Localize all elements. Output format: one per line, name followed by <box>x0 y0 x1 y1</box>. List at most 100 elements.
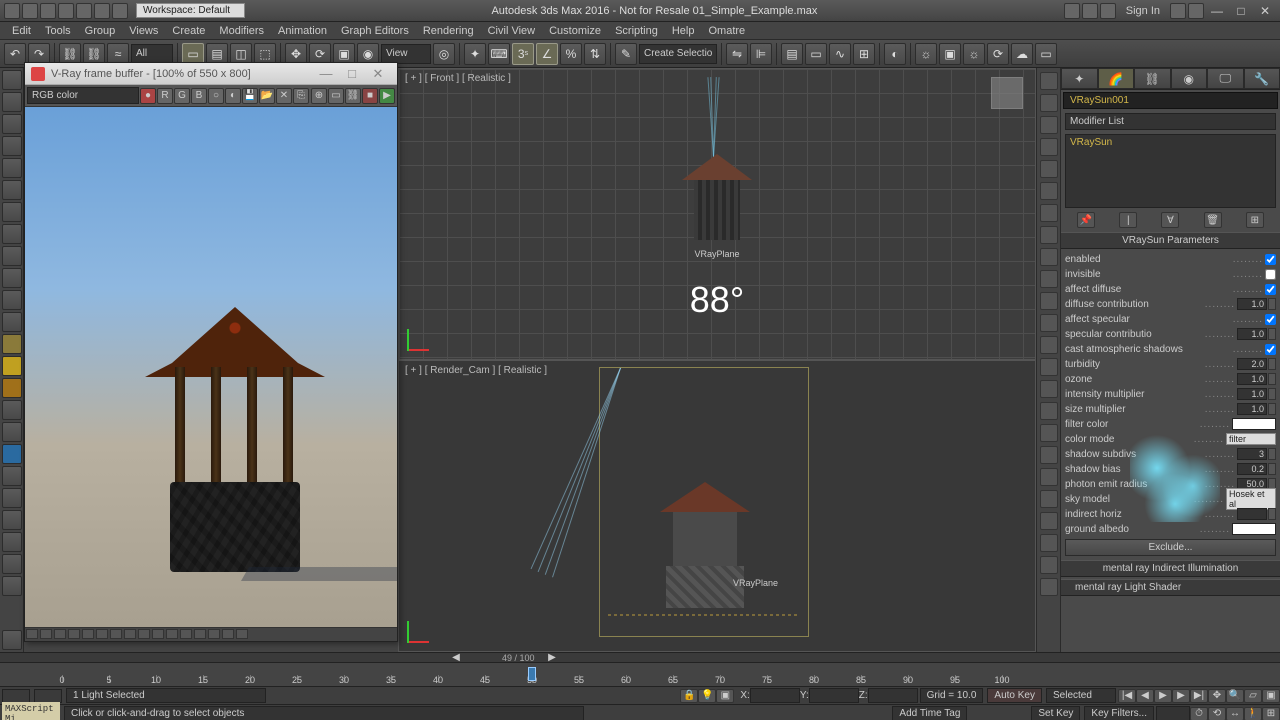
vfb-track-mouse-button[interactable]: ⊕ <box>311 88 327 104</box>
param-checkbox[interactable] <box>1265 284 1276 295</box>
rollout-mr-indirect[interactable]: mental ray Indirect Illumination <box>1061 560 1280 577</box>
lt-light3-icon[interactable] <box>2 378 22 398</box>
viewport-camera[interactable]: [ + ] [ Render_Cam ] [ Realistic ] VRayP… <box>398 360 1036 652</box>
infocenter-icon[interactable] <box>1064 3 1080 19</box>
tab-utilities[interactable]: 🔧 <box>1244 68 1280 89</box>
spinner-snap-button[interactable]: ⇅ <box>584 43 606 65</box>
nav-fov-button[interactable]: ▱ <box>1244 689 1262 703</box>
isolate-selection-icon[interactable]: 💡 <box>698 689 716 703</box>
param-checkbox[interactable] <box>1265 314 1276 325</box>
param-spinner[interactable] <box>1237 358 1267 370</box>
angle-snap-button[interactable]: ∠ <box>536 43 558 65</box>
param-combo[interactable]: filter <box>1226 433 1276 445</box>
show-end-button[interactable]: | <box>1119 212 1137 228</box>
undo-icon[interactable] <box>76 3 92 19</box>
color-swatch[interactable] <box>1232 523 1276 535</box>
lt-display-icon[interactable] <box>2 158 22 178</box>
ref-coord-dropdown[interactable] <box>381 44 431 64</box>
vfb-alpha-button[interactable]: ○ <box>208 88 224 104</box>
lt-light2-icon[interactable] <box>2 356 22 376</box>
lt-box-icon[interactable] <box>2 246 22 266</box>
lt-freeze-icon[interactable] <box>2 224 22 244</box>
vfb-mono-button[interactable]: ◐ <box>225 88 241 104</box>
ax-btn-5[interactable] <box>1040 160 1058 178</box>
prev-frame-button[interactable]: ◀ <box>1136 689 1154 703</box>
vfb-minimize-button[interactable]: ― <box>313 66 339 81</box>
snap-toggle-button[interactable]: 3s <box>512 43 534 65</box>
spinner-arrows-icon[interactable] <box>1268 373 1276 385</box>
param-spinner[interactable] <box>1237 448 1267 460</box>
lt-helper-icon[interactable] <box>2 422 22 442</box>
pin-stack-button[interactable]: 📌 <box>1077 212 1095 228</box>
lt-sphere-icon[interactable] <box>2 290 22 310</box>
toggle-ribbon-button[interactable]: ▭ <box>805 43 827 65</box>
open-a360-button[interactable]: ▭ <box>1035 43 1057 65</box>
tab-create[interactable]: ✦ <box>1061 68 1098 89</box>
object-name-field[interactable]: VRaySun001 <box>1063 92 1278 109</box>
lt-selection-icon[interactable] <box>2 136 22 156</box>
ax-btn-4[interactable] <box>1040 138 1058 156</box>
menu-modifiers[interactable]: Modifiers <box>213 23 270 39</box>
app-menu-icon[interactable] <box>4 3 20 19</box>
exchange-icon[interactable] <box>1170 3 1186 19</box>
lt-spacewarp-icon[interactable] <box>2 444 22 464</box>
ax-btn-11[interactable] <box>1040 292 1058 310</box>
stack-item[interactable]: VRaySun <box>1070 137 1271 148</box>
viewport-camera-label[interactable]: [ + ] [ Render_Cam ] [ Realistic ] <box>405 365 547 376</box>
vfb-copy-button[interactable]: ⎘ <box>293 88 309 104</box>
nav-zoomall-button[interactable]: ▣ <box>1262 689 1280 703</box>
lt-misc2-icon[interactable] <box>2 532 22 552</box>
save-icon[interactable] <box>58 3 74 19</box>
lt-light1-icon[interactable] <box>2 334 22 354</box>
edit-named-sel-button[interactable]: ✎ <box>615 43 637 65</box>
communication-icon[interactable] <box>1082 3 1098 19</box>
viewport-front[interactable]: [ + ] [ Front ] [ Realistic ] VRayPlane … <box>398 68 1036 360</box>
project-icon[interactable] <box>112 3 128 19</box>
sign-in-link[interactable]: Sign In <box>1126 5 1160 17</box>
param-checkbox[interactable] <box>1265 269 1276 280</box>
coord-y-input[interactable] <box>809 688 859 703</box>
lt-layers-icon[interactable] <box>2 114 22 134</box>
nav-max-toggle-button[interactable]: ⊞ <box>1262 707 1280 720</box>
ax-btn-6[interactable] <box>1040 182 1058 200</box>
nav-orbit-button[interactable]: ⟲ <box>1208 707 1226 720</box>
lt-cone-icon[interactable] <box>2 268 22 288</box>
render-setup-button[interactable]: ☼ <box>915 43 937 65</box>
configure-button[interactable]: ⊞ <box>1246 212 1264 228</box>
vfb-bg-button[interactable] <box>180 629 192 639</box>
lt-scene-icon[interactable] <box>2 180 22 200</box>
named-selection-dropdown[interactable] <box>639 44 717 64</box>
param-spinner[interactable] <box>1237 328 1267 340</box>
nav-pan-button[interactable]: ✥ <box>1208 689 1226 703</box>
viewport-front-label[interactable]: [ + ] [ Front ] [ Realistic ] <box>405 73 511 84</box>
spinner-arrows-icon[interactable] <box>1268 358 1276 370</box>
schematic-view-button[interactable]: ⊞ <box>853 43 875 65</box>
ax-btn-23[interactable] <box>1040 556 1058 574</box>
viewcube-icon[interactable] <box>991 77 1023 109</box>
selection-lock-icon[interactable]: ▣ <box>716 689 734 703</box>
lt-system-icon[interactable] <box>2 466 22 486</box>
vfb-rgb-button[interactable]: ● <box>140 88 156 104</box>
menu-customize[interactable]: Customize <box>543 23 607 39</box>
nav-dolly-button[interactable]: ↔ <box>1226 707 1244 720</box>
align-button[interactable]: ⊫ <box>750 43 772 65</box>
open-icon[interactable] <box>40 3 56 19</box>
vfb-load-button[interactable]: 📂 <box>259 88 275 104</box>
vfb-clear-button[interactable]: ✕ <box>276 88 292 104</box>
vfb-exposure-button[interactable] <box>68 629 80 639</box>
vfb-titlebar[interactable]: V-Ray frame buffer - [100% of 550 x 800]… <box>25 63 397 85</box>
time-slider[interactable]: 0510152025303540455055606570758085909510… <box>0 662 1280 686</box>
rollout-vraysun-params[interactable]: VRaySun Parameters <box>1061 232 1280 249</box>
vfb-pixel-button[interactable] <box>236 629 248 639</box>
coord-x-input[interactable] <box>750 688 800 703</box>
vfb-channel-dropdown[interactable]: RGB color <box>27 87 139 104</box>
favorites-icon[interactable] <box>1100 3 1116 19</box>
material-editor-button[interactable]: ◐ <box>884 43 906 65</box>
menu-group[interactable]: Group <box>79 23 122 39</box>
vfb-b-button[interactable]: B <box>191 88 207 104</box>
modifier-list-dropdown[interactable]: Modifier List <box>1065 113 1276 130</box>
vfb-cb-button[interactable] <box>110 629 122 639</box>
vfb-lens-button[interactable] <box>208 629 220 639</box>
ax-btn-15[interactable] <box>1040 380 1058 398</box>
close-button[interactable]: ✕ <box>1254 3 1276 19</box>
